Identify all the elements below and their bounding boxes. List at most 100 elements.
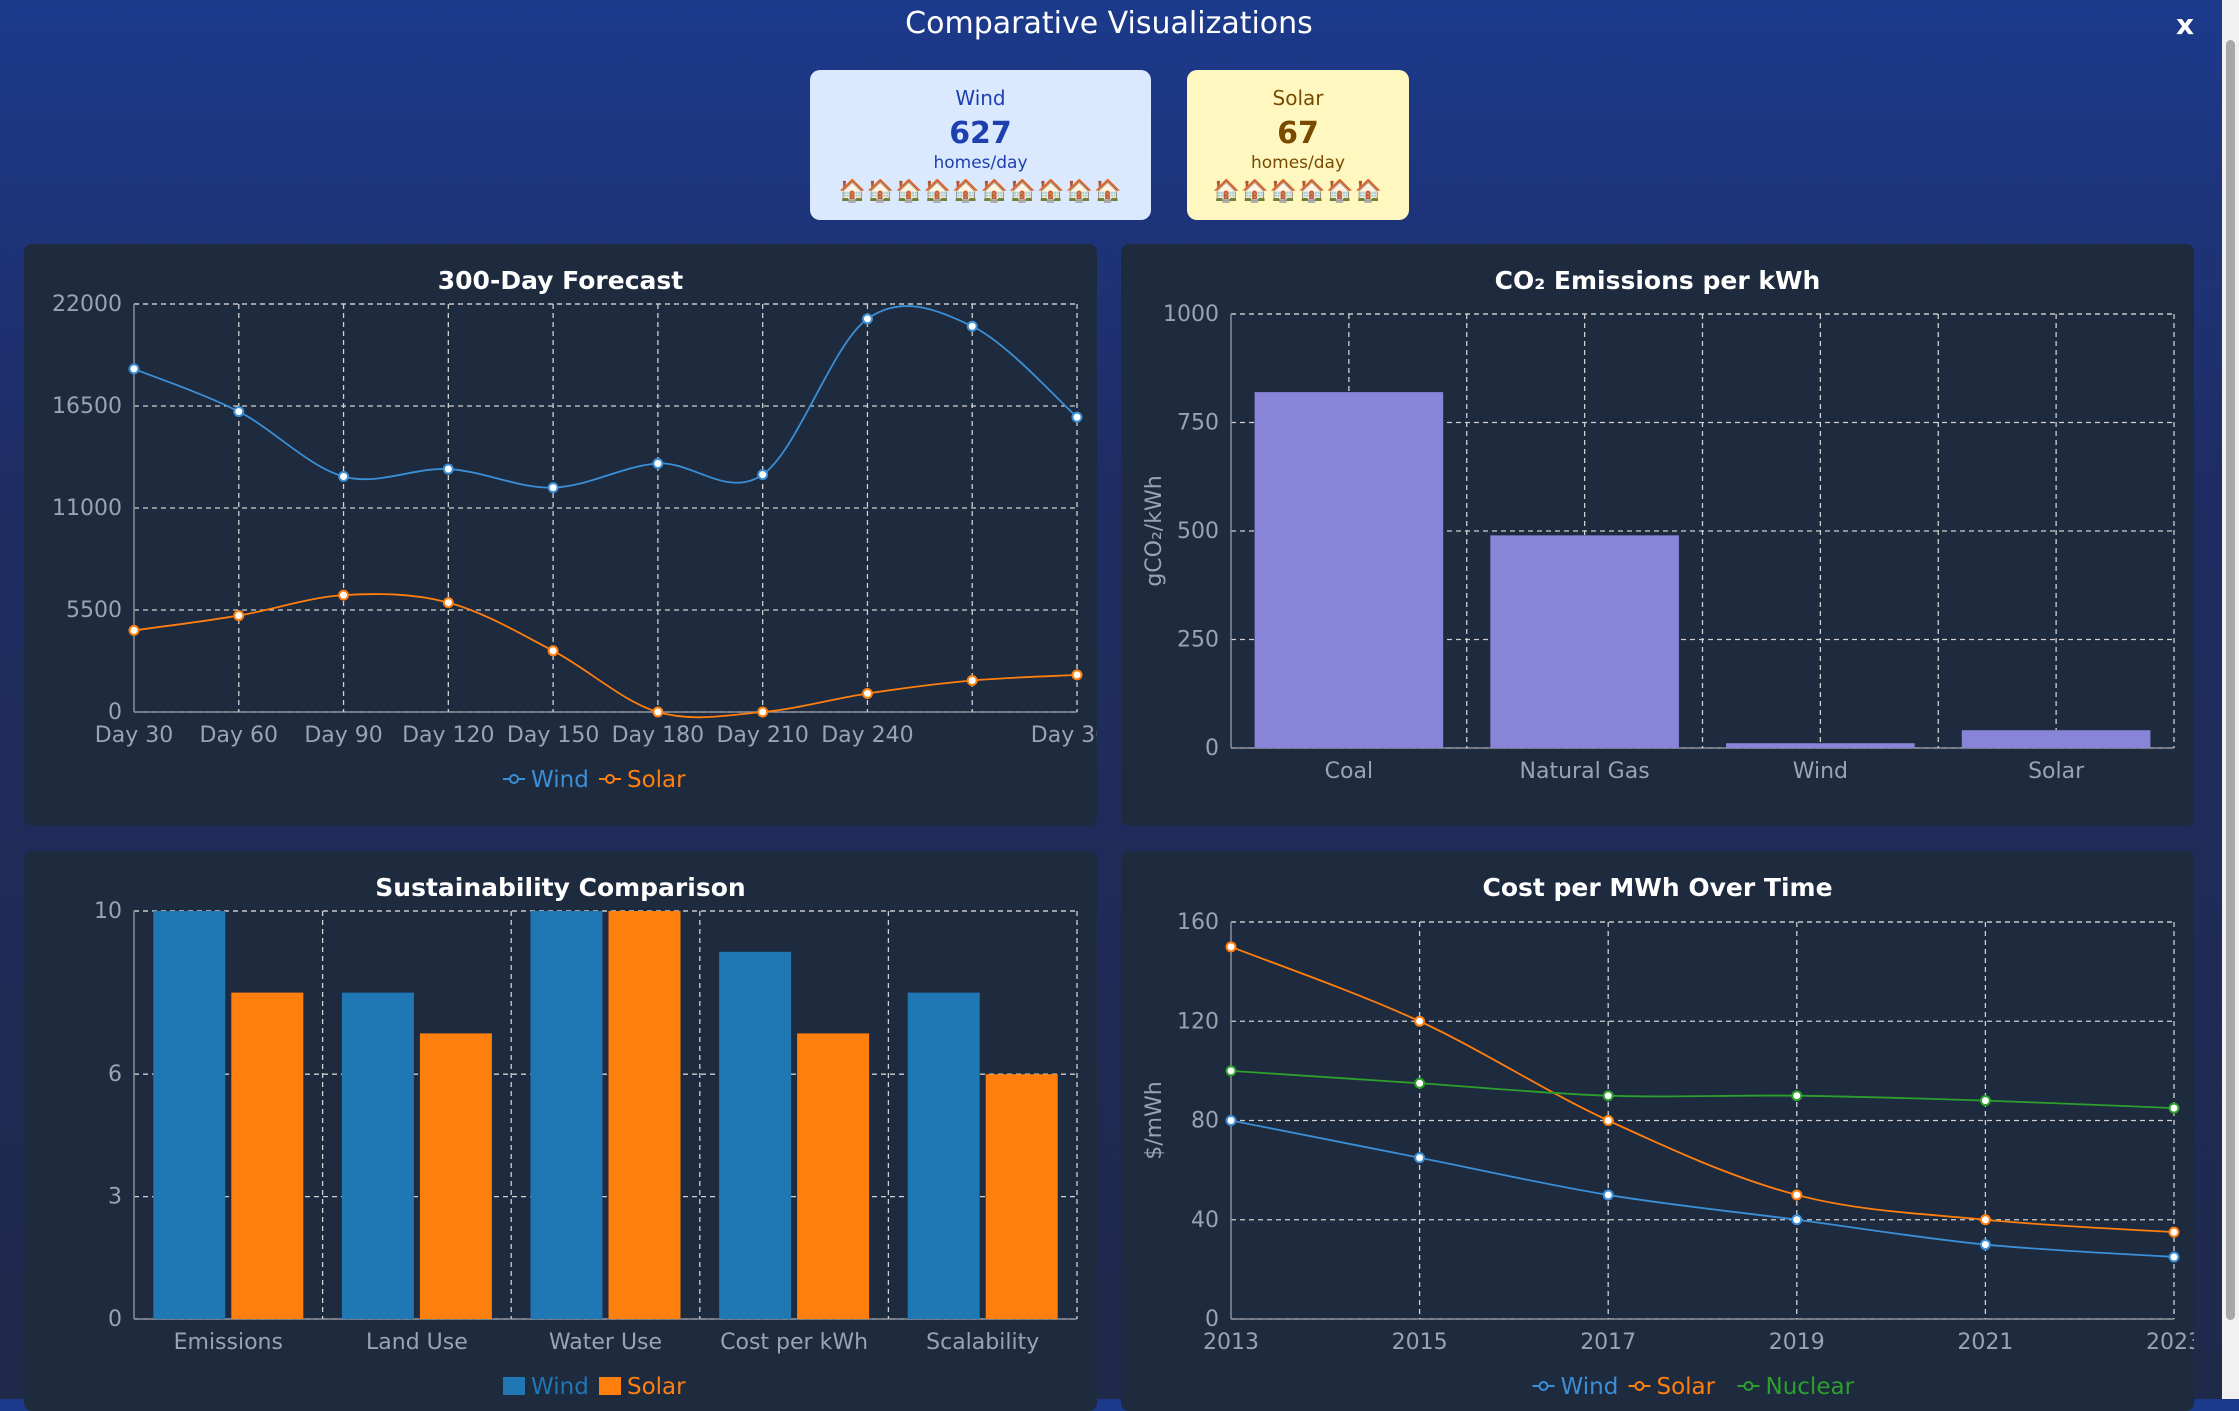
- data-point-solar: [1979, 1214, 1991, 1226]
- legend-label: Wind: [531, 1374, 589, 1400]
- y-tick-label: 1000: [1163, 302, 1219, 327]
- y-tick-label: 40: [1191, 1208, 1219, 1233]
- data-point-wind: [861, 313, 873, 325]
- data-point-wind: [1414, 1152, 1426, 1164]
- legend-label: Wind: [1561, 1374, 1619, 1400]
- data-point-solar: [652, 706, 664, 718]
- card-unit: homes/day: [1250, 153, 1346, 173]
- card-value: 67: [1277, 116, 1319, 151]
- y-tick-label: 5500: [66, 598, 122, 623]
- card-name: Solar: [1272, 86, 1324, 110]
- x-tick-label: 2023: [2146, 1330, 2194, 1355]
- legend-label: Solar: [1657, 1374, 1716, 1400]
- data-point-nuclear: [2168, 1102, 2180, 1114]
- bar-solar: [1961, 730, 2151, 748]
- data-point-nuclear: [1225, 1065, 1237, 1077]
- bar-coal: [1254, 392, 1444, 748]
- legend-marker: [1634, 1381, 1645, 1391]
- house-icon: 🏠🏠🏠🏠🏠🏠🏠🏠🏠🏠: [838, 179, 1123, 204]
- y-tick-label: 500: [1177, 519, 1219, 544]
- legend-swatch: [599, 1377, 621, 1395]
- data-point-wind: [547, 482, 559, 494]
- legend-label: Nuclear: [1766, 1374, 1855, 1400]
- legend-label: Wind: [531, 767, 589, 793]
- y-tick-label: 80: [1191, 1109, 1219, 1134]
- scrollbar[interactable]: [2222, 0, 2239, 1399]
- y-tick-label: 3: [108, 1185, 122, 1210]
- y-tick-label: 6: [108, 1062, 122, 1087]
- sustainability-chart: 0 3 6 10 Emissions Land Use Water Use Cost per …: [94, 899, 1078, 1400]
- bar-solar: [797, 1033, 870, 1319]
- forecast-chart: 0 5500 11000 16500 22000 Day 30 Day 60 Day 90 Da…: [52, 292, 1097, 793]
- data-point-wind: [233, 406, 245, 418]
- y-tick-label: 11000: [52, 496, 122, 521]
- bar-wind: [153, 911, 226, 1319]
- bar-solar: [985, 1074, 1058, 1319]
- x-tick-label: Day 90: [304, 723, 382, 748]
- data-point-nuclear: [1414, 1077, 1426, 1089]
- data-point-solar: [1791, 1189, 1803, 1201]
- y-tick-label: 16500: [52, 394, 122, 419]
- legend-marker: [1743, 1381, 1754, 1391]
- bar-solar: [608, 911, 681, 1319]
- x-tick-label: Water Use: [549, 1330, 662, 1355]
- data-point-wind: [1071, 411, 1083, 423]
- x-tick-label: Wind: [1793, 759, 1848, 784]
- solar-homes-card: Solar 67 homes/day 🏠🏠🏠🏠🏠🏠: [1187, 70, 1409, 220]
- data-point-nuclear: [1979, 1095, 1991, 1107]
- bar-solar: [231, 992, 304, 1319]
- x-tick-label: Coal: [1325, 759, 1373, 784]
- y-tick-label: 0: [1205, 736, 1219, 761]
- data-point-wind: [1225, 1115, 1237, 1126]
- house-icon: 🏠🏠🏠🏠🏠🏠: [1212, 179, 1384, 204]
- series-line-solar: [1230, 945, 2175, 1234]
- sustainability-chart-panel: Sustainability Comparison 0 3 6 10 Emissions…: [24, 851, 1097, 1411]
- data-point-wind: [128, 363, 140, 375]
- data-point-solar: [861, 687, 873, 699]
- x-tick-label: Day 180: [612, 723, 704, 748]
- data-point-wind: [966, 320, 978, 332]
- series-line-solar: [133, 593, 1078, 719]
- close-button[interactable]: x: [2176, 8, 2194, 41]
- x-tick-label: 2019: [1769, 1330, 1825, 1355]
- data-point-wind: [652, 457, 664, 469]
- cost-chart-panel: Cost per MWh Over Time 0 40 80 120 160 2013 20…: [1121, 851, 2194, 1411]
- bar-wind: [719, 951, 792, 1319]
- bar-natural-gas: [1490, 535, 1679, 748]
- data-point-solar: [2168, 1226, 2180, 1238]
- data-point-nuclear: [1791, 1090, 1803, 1102]
- data-point-wind: [1791, 1214, 1803, 1226]
- data-point-solar: [966, 674, 978, 686]
- x-tick-label: Day 120: [402, 723, 494, 748]
- legend-marker: [1538, 1381, 1549, 1391]
- data-point-wind: [442, 463, 454, 475]
- bar-wind: [530, 911, 603, 1319]
- y-tick-label: 160: [1177, 910, 1219, 935]
- data-point-wind: [1602, 1189, 1614, 1201]
- x-tick-label: Day 150: [507, 723, 599, 748]
- data-point-wind: [1979, 1239, 1991, 1251]
- bar-solar: [419, 1033, 492, 1319]
- series-line-wind: [1230, 1119, 2175, 1258]
- y-tick-label: 22000: [52, 292, 122, 317]
- legend-label: Solar: [627, 767, 686, 793]
- data-point-wind: [757, 469, 769, 481]
- x-tick-label: Day 210: [716, 723, 808, 748]
- data-point-solar: [128, 624, 140, 636]
- x-tick-label: 2015: [1392, 1330, 1448, 1355]
- x-tick-label: 2013: [1203, 1330, 1259, 1355]
- x-tick-label: Day 30: [95, 723, 173, 748]
- y-tick-label: 250: [1177, 628, 1219, 653]
- x-tick-label: Solar: [2028, 759, 2085, 784]
- y-tick-label: 0: [108, 700, 122, 725]
- bar-wind: [341, 992, 414, 1319]
- cost-chart: 0 40 80 120 160 2013 2015 2017 2019 2021 2023 Wind S…: [1142, 910, 2194, 1400]
- co2-chart: 0 250 500 750 1000 Coal Natural Gas Wind Solar gC…: [1142, 302, 2175, 784]
- data-point-solar: [338, 589, 350, 601]
- y-axis-label: gCO₂/kWh: [1142, 475, 1167, 586]
- legend-marker: [509, 774, 519, 784]
- data-point-solar: [1071, 669, 1083, 681]
- x-tick-label: Day 60: [200, 723, 278, 748]
- legend-swatch: [503, 1377, 525, 1395]
- scrollbar-thumb[interactable]: [2226, 40, 2235, 1320]
